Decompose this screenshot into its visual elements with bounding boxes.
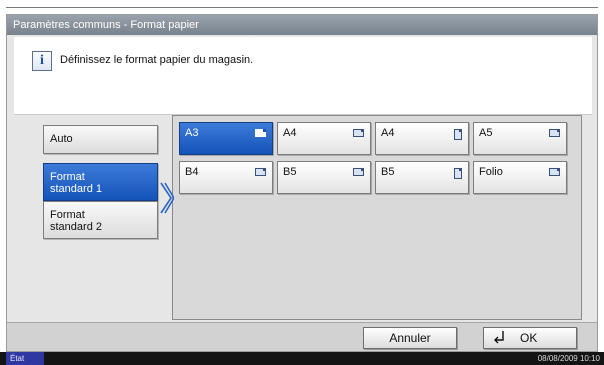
source-button-label: standard 1 [50,183,102,195]
chevron-right-icon [160,182,174,214]
paper-size-folio[interactable]: Folio [473,161,567,194]
paper-size-a3[interactable]: A3 [179,122,273,155]
landscape-paper-icon [353,168,364,176]
window-title: Paramètres communs - Format papier [7,15,597,35]
top-divider [6,7,598,8]
paper-size-label: B5 [381,166,395,178]
landscape-paper-icon [255,168,266,176]
source-button-standard-2[interactable]: Format standard 2 [43,201,158,239]
paper-size-a4-landscape[interactable]: A4 [277,122,371,155]
source-button-label: Auto [50,133,73,145]
message-area [14,37,592,115]
paper-size-label: A4 [381,127,395,139]
paper-size-a5[interactable]: A5 [473,122,567,155]
landscape-paper-icon [549,168,560,176]
source-button-label: Format [50,209,85,221]
paper-size-b4[interactable]: B4 [179,161,273,194]
info-icon: i [32,51,52,71]
source-button-label: standard 2 [50,221,102,233]
paper-size-label: Folio [479,166,503,178]
paper-size-b5-landscape[interactable]: B5 [277,161,371,194]
source-button-standard-1[interactable]: Format standard 1 [43,163,158,201]
portrait-paper-icon [454,129,462,140]
paper-size-screen: Paramètres communs - Format papier i Déf… [6,14,598,352]
paper-size-label: A5 [479,127,493,139]
landscape-paper-icon [353,129,364,137]
instruction-text: Définissez le format papier du magasin. [60,54,254,66]
paper-size-label: A3 [185,127,199,139]
status-button[interactable]: État [6,352,44,365]
landscape-paper-icon [255,129,266,137]
source-button-label: Format [50,171,85,183]
paper-size-label: B4 [185,166,199,178]
status-bar: État 08/08/2009 10:10 [0,352,604,365]
ok-label: OK [520,331,538,345]
paper-size-label: A4 [283,127,297,139]
date-time: 08/08/2009 10:10 [537,354,600,363]
paper-size-label: B5 [283,166,297,178]
portrait-paper-icon [454,168,462,179]
enter-arrow-icon [494,331,504,344]
source-button-auto[interactable]: Auto [43,125,158,154]
landscape-paper-icon [549,129,560,137]
cancel-button[interactable]: Annuler [363,327,457,349]
paper-size-a4-portrait[interactable]: A4 [375,122,469,155]
ok-button[interactable]: OK [483,327,577,349]
paper-size-b5-portrait[interactable]: B5 [375,161,469,194]
